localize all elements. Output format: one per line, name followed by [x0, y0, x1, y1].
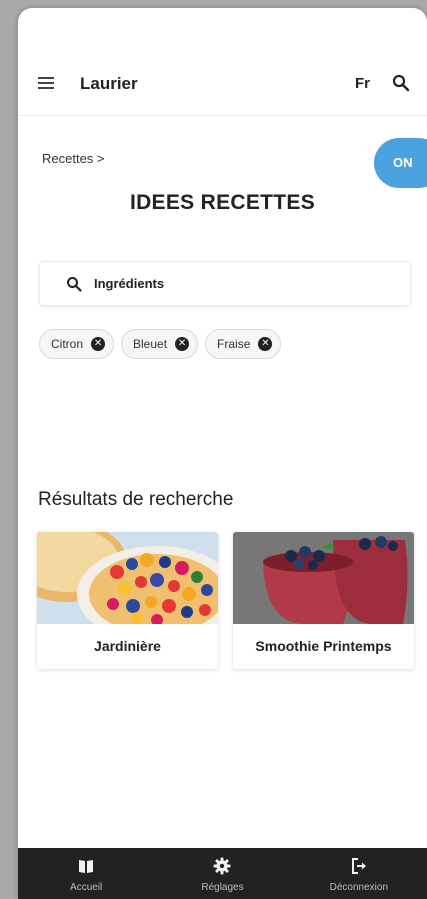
chip-label: Citron [51, 337, 84, 351]
recipe-card-label: Jardinière [94, 638, 161, 654]
language-selector[interactable]: Fr [355, 75, 370, 92]
nav-deconnexion[interactable]: Déconnexion [291, 848, 427, 899]
phone-screen: Laurier Fr Recettes > ON IDEES RECETTES … [18, 8, 427, 899]
on-toggle[interactable]: ON [374, 138, 427, 188]
nav-label: Déconnexion [329, 882, 388, 893]
ingredient-search-input[interactable] [94, 262, 394, 305]
hamburger-menu-icon[interactable] [38, 77, 54, 89]
nav-label: Accueil [70, 882, 103, 893]
chip-label: Fraise [217, 337, 251, 351]
book-icon [79, 860, 94, 873]
search-icon[interactable] [392, 74, 410, 92]
chip-citron[interactable]: Citron ✕ [39, 329, 115, 359]
recipe-card-label: Smoothie Printemps [255, 638, 392, 654]
results-cards: Jardinière Smoothie Printemps [37, 532, 414, 669]
nav-label: Réglages [201, 882, 244, 893]
bottom-navigation: Accueil Réglages Déconnexion [18, 848, 427, 899]
ingredient-chips: Citron ✕ Bleuet ✕ Fraise ✕ [39, 329, 282, 359]
top-app-bar: Laurier Fr [18, 52, 427, 116]
search-icon [67, 277, 82, 292]
smoothie-image [233, 532, 414, 624]
app-title: Laurier [80, 74, 138, 93]
recipe-card-smoothie-printemps[interactable]: Smoothie Printemps [233, 532, 414, 669]
remove-chip-icon[interactable]: ✕ [91, 337, 106, 351]
chip-bleuet[interactable]: Bleuet ✕ [121, 329, 199, 359]
logout-icon [351, 858, 366, 874]
gear-icon [213, 857, 231, 875]
nav-accueil[interactable]: Accueil [18, 848, 154, 899]
results-title: Résultats de recherche [38, 489, 234, 510]
chip-fraise[interactable]: Fraise ✕ [205, 329, 282, 359]
ingredient-search-box[interactable] [39, 261, 411, 306]
recipe-card-jardiniere[interactable]: Jardinière [37, 532, 218, 669]
fruit-tart-image [37, 532, 218, 624]
remove-chip-icon[interactable]: ✕ [258, 337, 273, 351]
remove-chip-icon[interactable]: ✕ [175, 337, 190, 351]
breadcrumb[interactable]: Recettes > [42, 151, 105, 166]
nav-reglages[interactable]: Réglages [154, 848, 290, 899]
page-title: IDEES RECETTES [129, 191, 316, 214]
chip-label: Bleuet [133, 337, 168, 351]
